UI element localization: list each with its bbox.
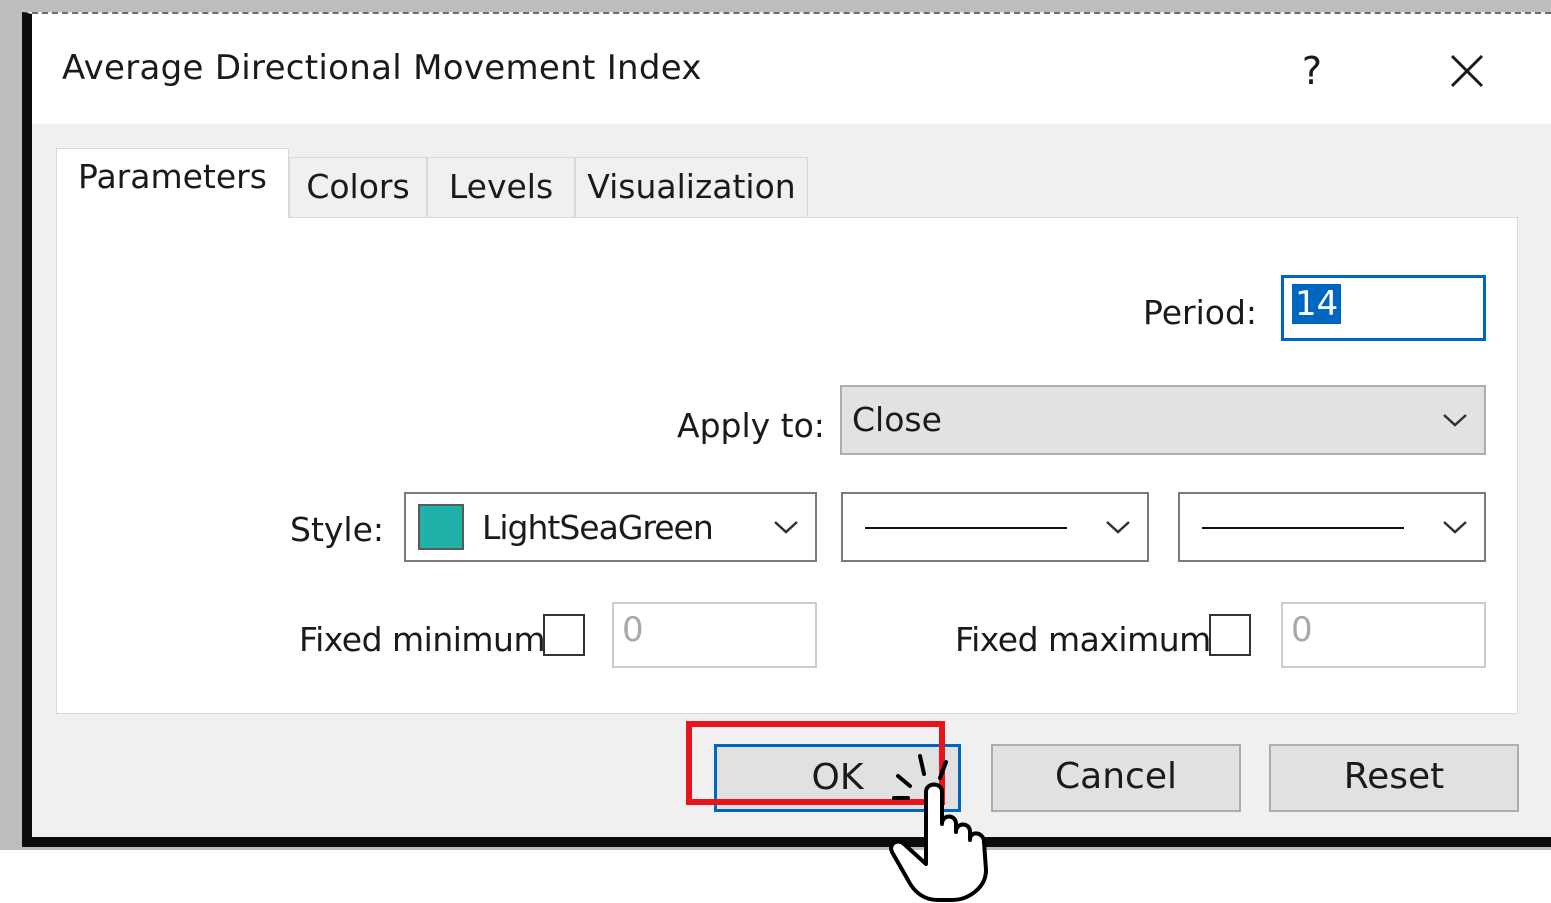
fixed-maximum-input[interactable]: 0 [1281,602,1486,668]
dialog-title: Average Directional Movement Index [62,48,702,88]
period-label: Period: [1143,293,1258,332]
period-value: 14 [1292,284,1342,324]
parameters-panel: Period: 14 Apply to: Close Style: LightS… [56,217,1518,714]
style-color-name: LightSeaGreen [482,508,714,547]
period-input[interactable]: 14 [1281,275,1486,341]
tab-visualization[interactable]: Visualization [575,157,808,217]
chevron-down-icon [1443,414,1467,427]
chevron-down-icon [1443,521,1467,534]
tab-colors[interactable]: Colors [289,157,427,217]
tab-levels[interactable]: Levels [427,157,575,217]
line-width-select[interactable] [1178,492,1486,562]
apply-to-value: Close [852,400,942,439]
title-bar: Average Directional Movement Index ? [32,14,1551,124]
reset-button[interactable]: Reset [1269,744,1519,812]
line-width-sample [1202,527,1404,529]
fixed-maximum-label: Fixed maximum [955,620,1211,659]
tab-parameters[interactable]: Parameters [56,148,289,218]
chevron-down-icon [1106,521,1130,534]
chevron-down-icon [774,521,798,534]
cancel-button[interactable]: Cancel [991,744,1241,812]
apply-to-label: Apply to: [677,406,825,445]
help-button[interactable]: ? [1277,36,1347,106]
style-color-select[interactable]: LightSeaGreen [404,492,817,562]
fixed-minimum-label: Fixed minimum [299,620,546,659]
color-swatch [418,504,464,550]
close-button[interactable] [1432,36,1502,106]
pointer-hand-icon [889,754,988,902]
line-style-select[interactable] [841,492,1149,562]
fixed-minimum-checkbox[interactable] [543,614,585,656]
line-style-sample [865,527,1067,529]
fixed-minimum-input[interactable]: 0 [612,602,817,668]
style-label: Style: [290,510,385,549]
close-icon [1450,54,1484,88]
indicator-dialog: Average Directional Movement Index ? Par… [22,12,1551,847]
fixed-maximum-checkbox[interactable] [1209,614,1251,656]
apply-to-select[interactable]: Close [840,385,1486,455]
